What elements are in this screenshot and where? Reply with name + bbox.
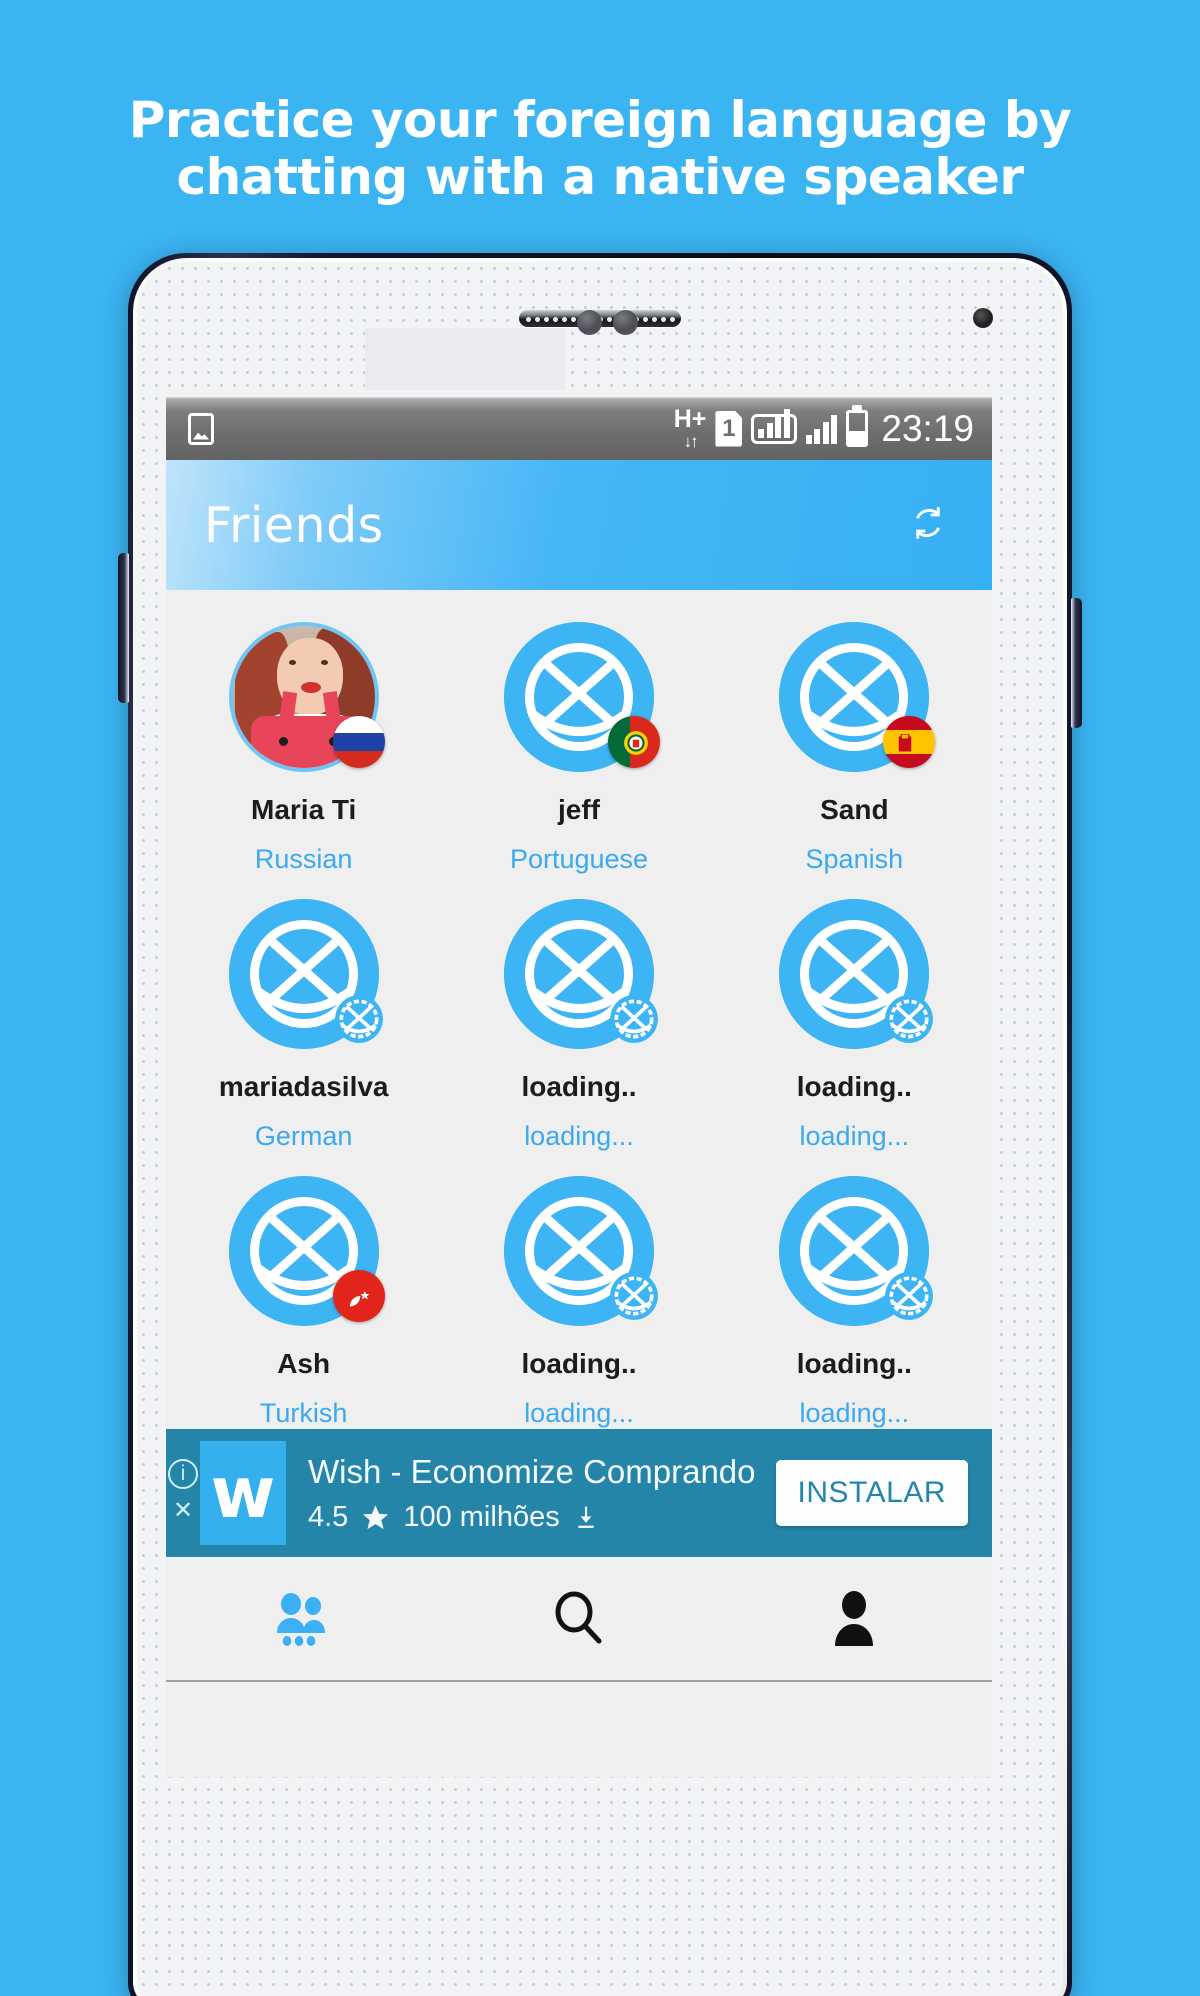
placeholder-flag-icon — [608, 993, 660, 1045]
placeholder-flag-icon — [608, 1270, 660, 1322]
page-title: Friends — [204, 496, 384, 554]
friend-avatar-wrap — [228, 899, 383, 1049]
promo-headline: Practice your foreign language by chatti… — [0, 92, 1200, 206]
ad-downloads: 100 milhões — [403, 1500, 560, 1533]
friend-language: German — [254, 1121, 353, 1151]
nav-item-search[interactable] — [441, 1589, 716, 1649]
ad-banner[interactable]: i ✕ w Wish - Economize Comprando 4.5 100… — [166, 1429, 992, 1557]
placeholder-flag-icon — [333, 993, 385, 1045]
data-arrows-icon: ↓↑ — [683, 432, 699, 451]
friend-card[interactable]: loading.. loading... — [717, 1158, 992, 1429]
status-bar-left — [188, 412, 214, 445]
star-icon — [363, 1504, 389, 1529]
friend-card[interactable]: mariadasilva German — [166, 881, 441, 1152]
friend-language: loading... — [524, 1121, 634, 1151]
promo-line-1: Practice your foreign language by — [128, 91, 1072, 149]
friend-avatar-wrap — [779, 899, 934, 1049]
status-bar: H+ ↓↑ 1 23:19 — [166, 397, 992, 460]
friends-grid: Maria Ti Russian jeff Portuguese Sand Spani… — [166, 590, 992, 1429]
placeholder-flag-icon — [883, 993, 935, 1045]
friend-language: loading... — [799, 1121, 910, 1151]
friend-card[interactable]: loading.. loading... — [441, 881, 716, 1152]
network-type-indicator: H+ ↓↑ — [673, 405, 707, 451]
refresh-button[interactable] — [906, 501, 950, 550]
promo-line-2: chatting with a native speaker — [176, 148, 1024, 206]
friend-avatar-wrap — [228, 622, 385, 772]
friend-avatar-wrap — [503, 622, 660, 772]
ad-close-icon[interactable]: ✕ — [168, 1497, 198, 1527]
light-sensor-icon — [613, 310, 638, 335]
friend-language: Russian — [254, 844, 353, 874]
friend-avatar-wrap — [779, 1176, 934, 1326]
friend-card[interactable]: loading.. loading... — [441, 1158, 716, 1429]
ad-title: Wish - Economize Comprando — [308, 1452, 756, 1490]
refresh-icon — [916, 506, 940, 539]
friend-card[interactable]: Ash Turkish — [166, 1158, 441, 1429]
friend-avatar-wrap — [503, 899, 658, 1049]
friend-name: jeff — [557, 794, 600, 825]
friend-card[interactable]: Maria Ti Russian — [166, 604, 441, 875]
status-bar-clock: 23:19 — [881, 407, 974, 449]
portugal-flag-icon — [607, 716, 660, 768]
volume-button[interactable] — [118, 553, 129, 703]
friend-language: Portuguese — [509, 844, 649, 874]
friend-language: Spanish — [805, 844, 904, 874]
friend-language: Turkish — [259, 1398, 348, 1428]
person-icon — [835, 1590, 874, 1646]
phone-front-face: H+ ↓↑ 1 23:19 Friends Maria Ti Russian j… — [137, 262, 1063, 1996]
ad-meta: 4.5 100 milhões — [308, 1501, 776, 1534]
ad-info-icon[interactable]: i — [168, 1459, 198, 1489]
russia-flag-icon — [332, 716, 385, 768]
download-icon — [578, 1506, 594, 1528]
friend-language: loading... — [524, 1398, 634, 1428]
ad-app-logo: w — [200, 1441, 286, 1545]
friend-name: Maria Ti — [251, 794, 357, 825]
friend-name: loading.. — [521, 1071, 637, 1102]
phone-inner-bezel: H+ ↓↑ 1 23:19 Friends Maria Ti Russian j… — [133, 258, 1067, 1996]
screen-footer — [166, 1682, 992, 1690]
spain-flag-icon — [883, 716, 936, 768]
nav-item-profile[interactable] — [717, 1590, 992, 1648]
search-icon — [555, 1591, 602, 1643]
turkey-flag-icon — [332, 1270, 385, 1322]
friend-name: loading.. — [796, 1348, 912, 1379]
signal-bars-boxed-icon — [751, 408, 797, 444]
network-type-label: H+ — [673, 405, 707, 433]
ad-badges: i ✕ — [166, 1459, 200, 1527]
friend-card[interactable]: Sand Spanish — [717, 604, 992, 875]
people-group-icon — [276, 1592, 325, 1646]
power-button[interactable] — [1071, 598, 1082, 728]
sim-card-icon: 1 — [715, 410, 743, 447]
bezel-panel — [365, 328, 565, 390]
friend-card[interactable]: loading.. loading... — [717, 881, 992, 1152]
app-bar: Friends — [166, 460, 992, 590]
friend-name: loading.. — [521, 1348, 637, 1379]
nav-item-friends[interactable] — [166, 1591, 441, 1647]
friend-name: Sand — [820, 794, 889, 825]
friend-name: mariadasilva — [218, 1071, 389, 1102]
friend-card[interactable]: jeff Portuguese — [441, 604, 716, 875]
placeholder-flag-icon — [883, 1270, 935, 1322]
front-camera-icon — [973, 308, 993, 328]
proximity-sensor-icon — [577, 310, 602, 335]
status-bar-right: H+ ↓↑ 1 23:19 — [673, 405, 974, 451]
friend-avatar-wrap — [228, 1176, 385, 1326]
app-screen: H+ ↓↑ 1 23:19 Friends Maria Ti Russian j… — [166, 397, 992, 1777]
friend-name: Ash — [277, 1348, 331, 1379]
phone-device-frame: H+ ↓↑ 1 23:19 Friends Maria Ti Russian j… — [118, 253, 1082, 1996]
friend-name: loading.. — [796, 1071, 912, 1102]
bottom-navigation — [166, 1557, 992, 1682]
battery-icon — [846, 410, 869, 447]
gallery-icon — [188, 412, 214, 445]
ad-rating: 4.5 — [308, 1500, 349, 1533]
friend-avatar-wrap — [779, 622, 936, 772]
ad-text-block: Wish - Economize Comprando 4.5 100 milhõ… — [308, 1453, 776, 1534]
friend-avatar-wrap — [503, 1176, 658, 1326]
friend-language: loading... — [799, 1398, 910, 1428]
ad-install-button[interactable]: INSTALAR — [775, 1460, 968, 1526]
signal-bars-icon — [805, 414, 838, 444]
